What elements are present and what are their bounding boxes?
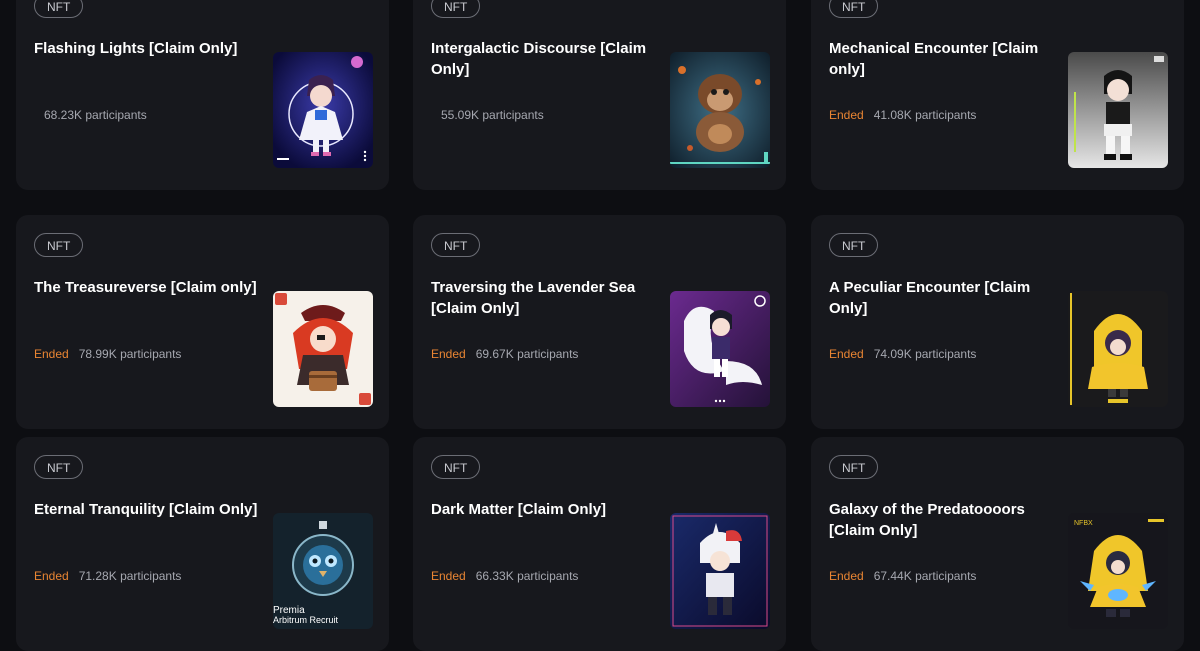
nft-thumbnail[interactable]: NFBX: [1068, 513, 1168, 629]
nft-thumbnail[interactable]: [1068, 52, 1168, 168]
category-tag: NFT: [431, 0, 481, 18]
participants-count: 41.08K participants: [873, 108, 977, 122]
campaign-title[interactable]: Flashing Lights [Claim Only]: [34, 38, 262, 59]
category-tag: NFT: [34, 233, 84, 257]
participants-count: 67.44K participants: [873, 569, 977, 583]
campaign-title[interactable]: Intergalactic Discourse [Claim Only]: [431, 38, 659, 80]
participants-count: 55.09K participants: [441, 108, 544, 122]
category-tag: NFT: [431, 233, 481, 257]
campaign-title[interactable]: Eternal Tranquility [Claim Only]: [34, 499, 262, 520]
campaign-card[interactable]: NFT Flashing Lights [Claim Only] 68.23K …: [16, 0, 389, 190]
participants-count: 78.99K participants: [78, 347, 182, 361]
nft-thumbnail[interactable]: [273, 52, 373, 168]
campaign-meta: Ended 71.28K participants: [34, 569, 181, 583]
participants-count: 66.33K participants: [475, 569, 579, 583]
campaign-meta: Ended 66.33K participants: [431, 569, 578, 583]
category-tag: NFT: [34, 0, 84, 18]
nft-thumbnail[interactable]: [1068, 291, 1168, 407]
nft-thumbnail[interactable]: Premia Arbitrum Recruit: [273, 513, 373, 629]
campaign-title[interactable]: A Peculiar Encounter [Claim Only]: [829, 277, 1057, 319]
category-tag: NFT: [829, 233, 879, 257]
campaign-title[interactable]: Traversing the Lavender Sea [Claim Only]: [431, 277, 659, 319]
thumbnail-caption: NFBX: [1074, 520, 1093, 527]
nft-thumbnail[interactable]: [670, 52, 770, 168]
nft-thumbnail[interactable]: [273, 291, 373, 407]
participants-count: 71.28K participants: [78, 569, 182, 583]
campaign-card[interactable]: NFT Eternal Tranquility [Claim Only] End…: [16, 437, 389, 651]
participants-count: 69.67K participants: [475, 347, 579, 361]
thumbnail-caption: Arbitrum Recruit: [273, 615, 339, 625]
participants-count: 68.23K participants: [44, 108, 147, 122]
category-tag: NFT: [829, 455, 879, 479]
campaign-meta: 68.23K participants: [34, 108, 147, 122]
status-label: Ended: [34, 347, 69, 361]
campaign-card[interactable]: NFT A Peculiar Encounter [Claim Only] En…: [811, 215, 1184, 429]
campaign-title[interactable]: The Treasureverse [Claim only]: [34, 277, 262, 298]
campaign-card[interactable]: NFT Intergalactic Discourse [Claim Only]…: [413, 0, 786, 190]
nft-thumbnail[interactable]: [670, 291, 770, 407]
status-label: Ended: [829, 347, 864, 361]
campaign-title[interactable]: Dark Matter [Claim Only]: [431, 499, 659, 520]
category-tag: NFT: [431, 455, 481, 479]
campaign-meta: 55.09K participants: [431, 108, 544, 122]
campaign-title[interactable]: Mechanical Encounter [Claim only]: [829, 38, 1057, 80]
campaign-card[interactable]: NFT Dark Matter [Claim Only] Ended 66.33K…: [413, 437, 786, 651]
campaign-card[interactable]: NFT Galaxy of the Predatoooors [Claim On…: [811, 437, 1184, 651]
nft-thumbnail[interactable]: [670, 513, 770, 629]
campaign-card[interactable]: NFT Traversing the Lavender Sea [Claim O…: [413, 215, 786, 429]
status-label: Ended: [431, 347, 466, 361]
participants-count: 74.09K participants: [873, 347, 977, 361]
status-label: Ended: [431, 569, 466, 583]
campaign-meta: Ended 69.67K participants: [431, 347, 578, 361]
status-label: Ended: [829, 108, 864, 122]
status-label: Ended: [829, 569, 864, 583]
campaign-title[interactable]: Galaxy of the Predatoooors [Claim Only]: [829, 499, 1057, 541]
campaign-meta: Ended 74.09K participants: [829, 347, 976, 361]
campaign-card[interactable]: NFT The Treasureverse [Claim only] Ended…: [16, 215, 389, 429]
campaign-card[interactable]: NFT Mechanical Encounter [Claim only] En…: [811, 0, 1184, 190]
category-tag: NFT: [34, 455, 84, 479]
campaign-meta: Ended 41.08K participants: [829, 108, 976, 122]
status-label: Ended: [34, 569, 69, 583]
category-tag: NFT: [829, 0, 879, 18]
campaign-meta: Ended 67.44K participants: [829, 569, 976, 583]
campaign-meta: Ended 78.99K participants: [34, 347, 181, 361]
